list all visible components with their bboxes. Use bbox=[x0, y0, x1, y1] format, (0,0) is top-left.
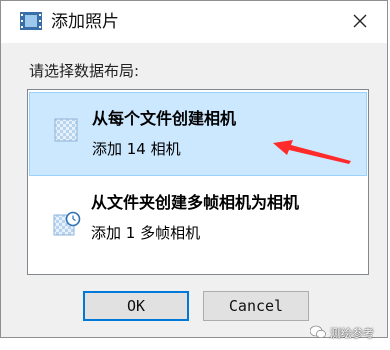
close-button[interactable] bbox=[347, 9, 373, 35]
option-subtitle: 添加 1 多帧相机 bbox=[91, 224, 201, 242]
red-arrow-annotation bbox=[269, 135, 353, 165]
title-bar: 添加照片 bbox=[1, 1, 387, 43]
dialog-title: 添加照片 bbox=[51, 12, 119, 32]
option-title: 从文件夹创建多帧相机为相机 bbox=[91, 193, 300, 212]
watermark: 测绘参考 bbox=[309, 322, 374, 344]
watermark-text: 测绘参考 bbox=[330, 327, 374, 340]
option-title: 从每个文件创建相机 bbox=[92, 109, 237, 128]
cancel-button[interactable]: Cancel bbox=[203, 291, 309, 321]
layout-options-list: 从每个文件创建相机 添加 14 相机 从文件夹创建多帧相机为相机 添加 1 多帧… bbox=[27, 89, 369, 275]
film-strip-icon bbox=[20, 12, 42, 30]
option-multiframe-from-folder[interactable]: 从文件夹创建多帧相机为相机 添加 1 多帧相机 bbox=[29, 184, 367, 268]
option-subtitle: 添加 14 相机 bbox=[92, 140, 181, 158]
layout-prompt-label: 请选择数据布局: bbox=[29, 62, 140, 80]
image-clock-icon bbox=[53, 211, 81, 236]
add-photos-dialog: 添加照片 请选择数据布局: 从每个文件创建相机 添加 14 相机 从文件夹创建多… bbox=[0, 0, 388, 338]
wechat-icon bbox=[309, 325, 326, 342]
checkered-image-icon bbox=[54, 118, 78, 142]
ok-button[interactable]: OK bbox=[83, 291, 189, 321]
close-icon bbox=[353, 13, 367, 32]
